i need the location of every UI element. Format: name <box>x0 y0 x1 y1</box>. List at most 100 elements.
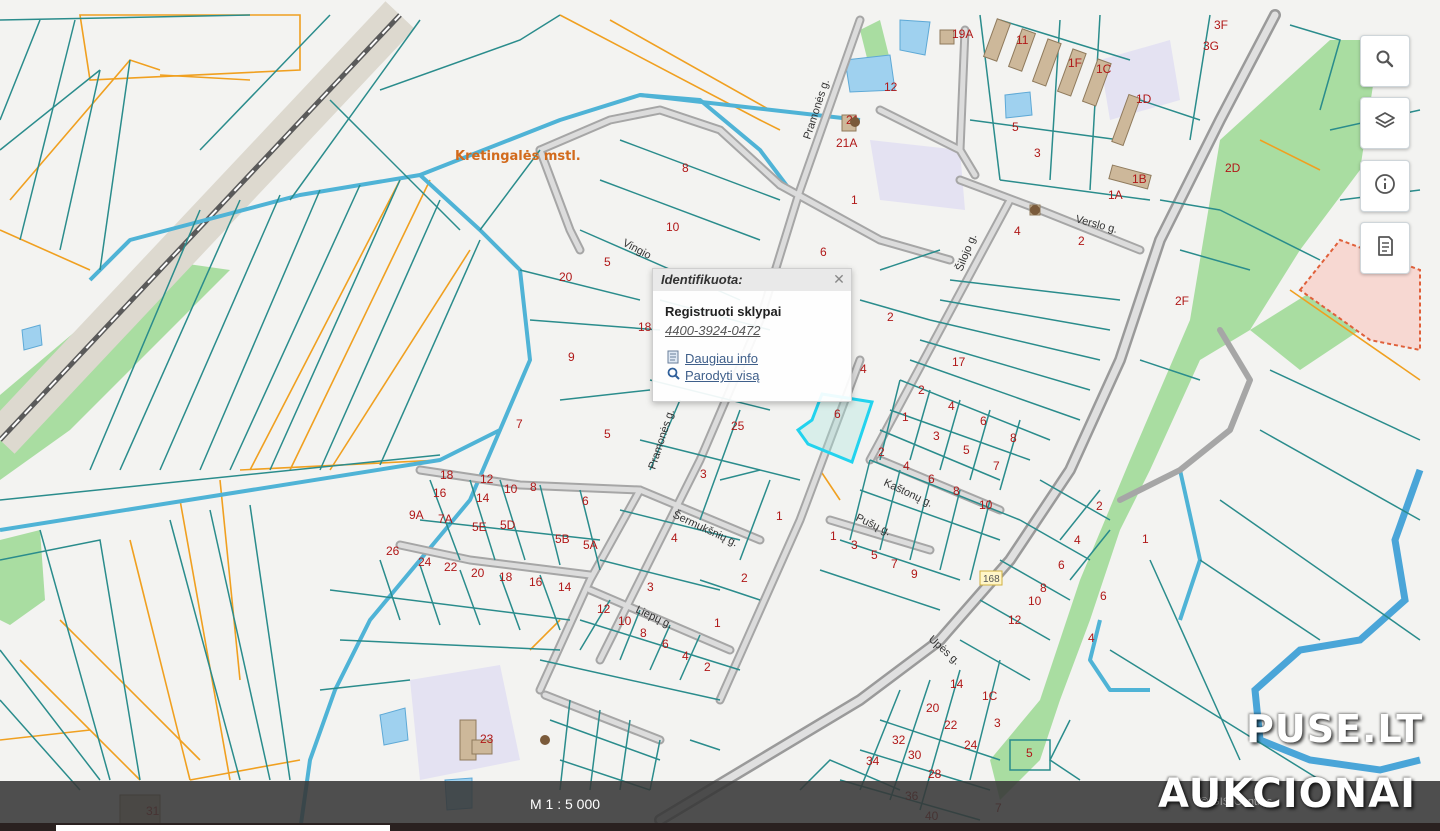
search-icon <box>1373 47 1397 75</box>
plot-number: 23 <box>480 732 494 746</box>
search-button[interactable] <box>1360 35 1410 87</box>
close-icon[interactable]: ✕ <box>831 271 847 287</box>
more-info-link[interactable]: Daugiau info <box>667 350 851 367</box>
plot-number: 10 <box>504 482 518 496</box>
bottom-strip <box>0 823 1440 831</box>
plot-number: 9 <box>568 350 575 364</box>
plot-number: 2 <box>1078 234 1085 248</box>
watermark-line-2: AUKCIONAI <box>1158 771 1416 817</box>
plot-number: 1 <box>776 509 783 523</box>
plot-number: 30 <box>908 748 922 762</box>
plot-number: 24 <box>418 555 432 569</box>
plot-number: 3 <box>700 467 707 481</box>
plot-number: 14 <box>476 491 490 505</box>
plot-number: 5 <box>963 443 970 457</box>
plot-number: 20 <box>559 270 573 284</box>
parcel-id: 4400-3924-0472 <box>665 323 761 338</box>
plot-number: 8 <box>682 161 689 175</box>
plot-number: 6 <box>928 472 935 486</box>
plot-number: 4 <box>671 531 678 545</box>
plot-number: 9 <box>911 567 918 581</box>
plot-number: 12 <box>597 602 611 616</box>
plot-number: 6 <box>820 245 827 259</box>
plot-number: 20 <box>471 566 485 580</box>
plot-number: 3 <box>1034 146 1041 160</box>
plot-number: 6 <box>582 494 589 508</box>
plot-number: 1 <box>1142 532 1149 546</box>
plot-number: 2 <box>918 383 925 397</box>
plot-number: 6 <box>1058 558 1065 572</box>
place-label: Kretingalės mstl. <box>455 149 581 164</box>
plot-number: 7 <box>891 557 898 571</box>
popup-layer-name: Registruoti sklypai <box>665 304 782 319</box>
plot-number: 18 <box>638 320 652 334</box>
plot-number: 4 <box>1088 631 1095 645</box>
plot-number: 2 <box>887 310 894 324</box>
legend-button[interactable] <box>1360 222 1410 274</box>
plot-number: 7A <box>438 512 453 526</box>
plot-number: 8 <box>530 480 537 494</box>
plot-number: 25 <box>731 419 745 433</box>
plot-number: 6 <box>662 637 669 651</box>
plot-number: 1 <box>851 193 858 207</box>
plot-number: 5A <box>583 538 598 552</box>
plot-number: 1F <box>1068 56 1082 70</box>
zoom-icon <box>667 367 680 384</box>
watermark-line-1: PUSE.LT <box>1246 707 1424 751</box>
plot-number: 4 <box>1014 224 1021 238</box>
plot-number: 1 <box>714 616 721 630</box>
plot-number: 3 <box>994 716 1001 730</box>
plot-number: 8 <box>1040 581 1047 595</box>
plot-number: 12 <box>480 472 494 486</box>
plot-number: 5 <box>1012 120 1019 134</box>
plot-number: 24 <box>964 738 978 752</box>
show-all-label[interactable]: Parodyti visą <box>685 368 759 383</box>
plot-number: 14 <box>558 580 572 594</box>
plot-number: 3 <box>851 538 858 552</box>
plot-number: 20 <box>926 701 940 715</box>
plot-number: 2 <box>1096 499 1103 513</box>
plot-number: 16 <box>433 486 447 500</box>
popup-title: Identifikuota: <box>653 269 851 291</box>
plot-number: 28 <box>928 767 942 781</box>
plot-number: 18 <box>499 570 513 584</box>
plot-number: 5B <box>555 532 570 546</box>
plot-number: 21A <box>836 136 857 150</box>
plot-number: 8 <box>640 626 647 640</box>
plot-number: 5 <box>1026 746 1033 760</box>
info-icon <box>1373 172 1397 200</box>
plot-number: 3F <box>1214 18 1228 32</box>
plot-number: 1B <box>1132 172 1147 186</box>
more-info-label[interactable]: Daugiau info <box>685 351 758 366</box>
plot-number: 17 <box>952 355 966 369</box>
plot-number: 3 <box>933 429 940 443</box>
plot-number: 3 <box>647 580 654 594</box>
plot-number: 7 <box>993 459 1000 473</box>
plot-number: 11 <box>1016 33 1029 47</box>
plot-number: 1D <box>1136 92 1152 106</box>
plot-number: 22 <box>444 560 458 574</box>
document-icon <box>667 350 680 367</box>
plot-number: 12 <box>1008 613 1022 627</box>
show-all-link[interactable]: Parodyti visą <box>667 367 851 384</box>
plot-number: 8 <box>953 484 960 498</box>
plot-number: 14 <box>950 677 964 691</box>
layers-icon <box>1373 109 1397 137</box>
plot-number: 12 <box>884 80 898 94</box>
info-button[interactable] <box>1360 160 1410 212</box>
plot-number: 2F <box>1175 294 1189 308</box>
cadastral-map[interactable]: Kretingalės mstl. Pramonės g. Vingio Ver… <box>0 0 1440 831</box>
layers-button[interactable] <box>1360 97 1410 149</box>
plot-number: 10 <box>1028 594 1042 608</box>
plot-number: 5E <box>472 520 487 534</box>
plot-number: 32 <box>892 733 906 747</box>
plot-number: 22 <box>944 718 958 732</box>
plot-number: 5 <box>604 427 611 441</box>
legend-icon <box>1373 234 1397 262</box>
plot-number: 2 <box>878 445 885 459</box>
plot-number: 4 <box>1074 533 1081 547</box>
plot-number: 26 <box>386 544 400 558</box>
plot-number: 10 <box>979 498 993 512</box>
plot-number: 18 <box>440 468 454 482</box>
plot-number: 5 <box>871 548 878 562</box>
